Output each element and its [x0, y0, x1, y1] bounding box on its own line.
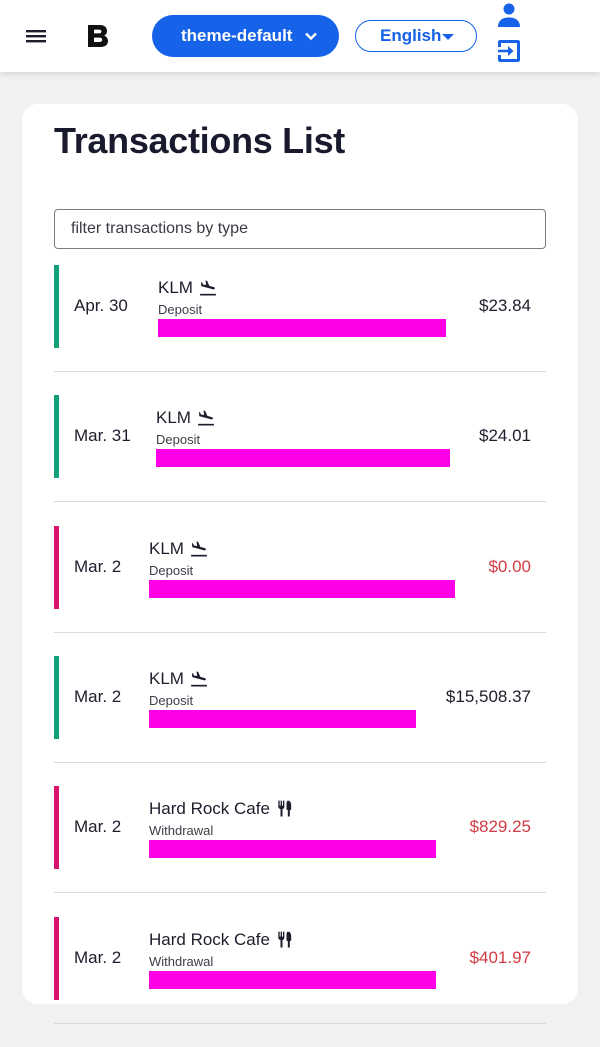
transaction-merchant: KLM: [149, 539, 209, 559]
transaction-merchant-name: KLM: [149, 669, 184, 688]
transaction-row[interactable]: Mar. 2 Hard Rock Cafe Withdrawal $401.97: [54, 917, 546, 1047]
transaction-date: Mar. 2: [74, 817, 122, 836]
transaction-accent-bar: [54, 265, 59, 348]
row-divider: [54, 762, 546, 763]
bold-b-logo-icon: [88, 25, 108, 47]
airplane-landing-icon: [200, 280, 216, 296]
transaction-accent-bar: [54, 786, 59, 869]
logout-icon[interactable]: [496, 38, 522, 64]
row-divider: [54, 501, 546, 502]
transaction-amount-bar: [158, 319, 446, 337]
hamburger-menu-icon: [26, 30, 46, 43]
filter-transactions-input[interactable]: [54, 209, 546, 249]
transaction-row[interactable]: Mar. 2 Hard Rock Cafe Withdrawal $829.25: [54, 786, 546, 916]
transaction-row[interactable]: Mar. 31 KLM Deposit $24.01: [54, 395, 546, 525]
restaurant-utensils-icon: [278, 800, 292, 817]
restaurant-utensils-icon: [278, 931, 292, 948]
transaction-amount: $15,508.37: [445, 687, 531, 706]
transaction-amount: $24.01: [479, 426, 531, 445]
transaction-date: Apr. 30: [74, 296, 128, 315]
caret-down-icon: [442, 34, 454, 40]
transaction-date: Mar. 2: [74, 948, 122, 967]
logo[interactable]: [86, 22, 110, 50]
transaction-type: Deposit: [149, 693, 194, 708]
transaction-type: Withdrawal: [149, 954, 214, 969]
language-select-button[interactable]: English: [355, 20, 477, 52]
menu-button[interactable]: [24, 26, 48, 46]
transaction-merchant-name: KLM: [149, 539, 184, 558]
transaction-amount-bar: [156, 449, 450, 467]
theme-select-button[interactable]: theme-default: [152, 15, 339, 57]
transaction-date: Mar. 31: [74, 426, 131, 445]
transaction-accent-bar: [54, 526, 59, 609]
row-divider: [54, 371, 546, 372]
row-divider: [54, 1023, 546, 1024]
person-icon[interactable]: [496, 2, 522, 28]
transaction-accent-bar: [54, 656, 59, 739]
transaction-amount: $0.00: [488, 557, 531, 576]
transaction-merchant: Hard Rock Cafe: [149, 799, 295, 819]
row-divider: [54, 632, 546, 633]
transaction-merchant-name: Hard Rock Cafe: [149, 930, 270, 949]
transaction-merchant-name: KLM: [158, 278, 193, 297]
transaction-row[interactable]: Mar. 2 KLM Deposit $0.00: [54, 526, 546, 656]
transaction-type: Withdrawal: [149, 823, 214, 838]
theme-select-label: theme-default: [181, 26, 293, 45]
transaction-type: Deposit: [158, 302, 203, 317]
transaction-merchant: KLM: [149, 669, 209, 689]
transaction-amount-bar: [149, 971, 436, 989]
transaction-amount-bar: [149, 840, 436, 858]
transaction-merchant: Hard Rock Cafe: [149, 930, 295, 950]
transaction-type: Deposit: [149, 563, 194, 578]
transaction-merchant: KLM: [156, 408, 216, 428]
transaction-amount: $23.84: [479, 296, 531, 315]
transaction-amount: $829.25: [469, 817, 531, 836]
transaction-merchant: KLM: [158, 278, 218, 298]
page-title: Transactions List: [54, 120, 345, 161]
transactions-card: Transactions List Apr. 30 KLM Deposit $23.8…: [22, 104, 578, 1024]
transaction-amount-bar: [149, 580, 455, 598]
transaction-row[interactable]: Mar. 2 KLM Deposit $15,508.37: [54, 656, 546, 786]
top-app-bar: theme-default English: [0, 0, 600, 72]
transaction-merchant-name: Hard Rock Cafe: [149, 799, 270, 818]
transaction-type: Deposit: [156, 432, 201, 447]
language-select-label: English: [380, 26, 442, 45]
transaction-amount: $401.97: [469, 948, 531, 967]
airplane-landing-icon: [191, 671, 207, 687]
transaction-date: Mar. 2: [74, 687, 122, 706]
row-divider: [54, 892, 546, 893]
transaction-merchant-name: KLM: [156, 408, 191, 427]
chevron-down-icon: [305, 32, 317, 41]
airplane-landing-icon: [198, 410, 214, 426]
transaction-amount-bar: [149, 710, 416, 728]
transaction-date: Mar. 2: [74, 557, 122, 576]
transaction-accent-bar: [54, 917, 59, 1000]
airplane-landing-icon: [191, 541, 207, 557]
transaction-accent-bar: [54, 395, 59, 478]
transaction-row[interactable]: Apr. 30 KLM Deposit $23.84: [54, 265, 546, 395]
